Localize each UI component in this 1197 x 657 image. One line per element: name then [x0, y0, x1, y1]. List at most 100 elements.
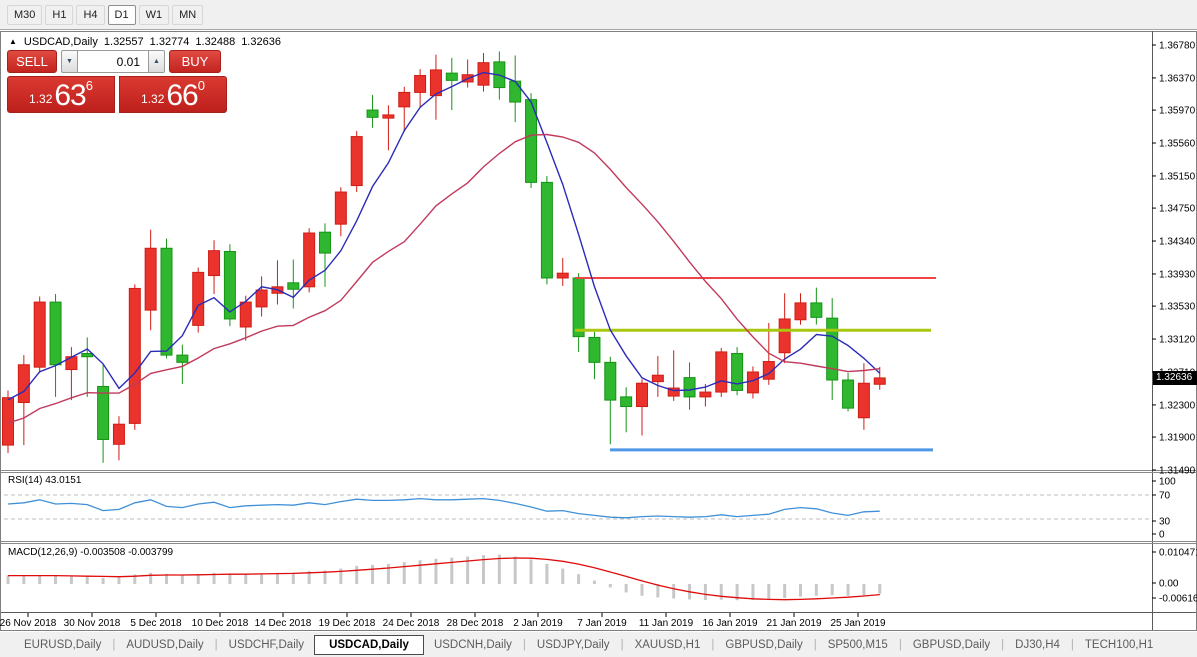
candle-body	[683, 377, 696, 398]
candle-body	[746, 371, 759, 394]
candle-body	[651, 374, 664, 383]
rsi-indicator-label: RSI(14) 43.0151	[8, 475, 82, 486]
timeframe-button-w1[interactable]: W1	[138, 4, 170, 25]
symbol-tab-eurusd-0[interactable]: EURUSD,Daily	[14, 636, 111, 654]
candle	[128, 284, 141, 430]
macd-histogram-bar	[846, 584, 850, 596]
macd-histogram-bar	[624, 584, 628, 593]
macd-histogram-bar	[672, 584, 676, 599]
symbol-tab-dj30-10[interactable]: DJ30,H4	[1005, 636, 1070, 654]
symbol-tab-gbpusd-7[interactable]: GBPUSD,Daily	[715, 636, 812, 654]
candle	[192, 267, 205, 333]
macd-histogram-bar	[402, 562, 406, 584]
candle-body	[255, 289, 268, 308]
rsi-axis-label: 100	[1159, 477, 1176, 488]
macd-histogram-bar	[751, 584, 755, 600]
timeframe-button-h4[interactable]: H4	[76, 4, 105, 25]
timeframe-button-h1[interactable]: H1	[45, 4, 74, 25]
candle-body	[540, 181, 553, 279]
date-axis-label: 26 Nov 2018	[0, 618, 57, 629]
candle-body	[287, 282, 300, 290]
buy-price-prefix: 1.32	[141, 92, 165, 106]
tab-separator: |	[1001, 638, 1005, 651]
symbol-tab-xauusd-6[interactable]: XAUUSD,H1	[625, 636, 711, 654]
volume-increase-button[interactable]: ▲	[149, 50, 165, 73]
macd-histogram-bar	[6, 575, 10, 584]
chart-symbol-label: USDCAD,Daily	[23, 36, 98, 48]
candle-body	[509, 80, 522, 103]
symbol-tab-usdchf-2[interactable]: USDCHF,Daily	[219, 636, 314, 654]
buy-price-big: 66	[166, 79, 198, 112]
tab-separator: |	[620, 638, 624, 651]
tab-separator: |	[813, 638, 817, 651]
symbol-tab-usdcad-3[interactable]: USDCAD,Daily	[314, 634, 424, 655]
ohlc-low: 1.32488	[195, 36, 236, 48]
candle-body	[176, 354, 189, 363]
candle-body	[699, 391, 712, 398]
symbol-tab-bar: EURUSD,Daily | AUDUSD,Daily | USDCHF,Daily US…	[0, 632, 1197, 657]
candle-body	[382, 114, 395, 119]
date-axis-label: 7 Jan 2019	[577, 618, 627, 629]
sell-price-button[interactable]: 1.32 63 6	[7, 76, 115, 113]
candle-body	[239, 301, 252, 328]
macd-axis-label: 0.010471	[1159, 548, 1197, 559]
price-axis-label: 1.34750	[1159, 204, 1196, 215]
volume-input[interactable]	[77, 50, 149, 73]
timeframe-button-m30[interactable]: M30	[7, 4, 43, 25]
ohlc-close: 1.32636	[241, 36, 281, 48]
macd-histogram-bar	[719, 584, 723, 600]
collapse-panel-icon[interactable]: ▲	[9, 37, 17, 46]
candle-body	[144, 247, 157, 311]
candle-body	[778, 318, 791, 354]
macd-histogram-bar	[101, 577, 105, 584]
price-axis-label: 1.36370	[1159, 73, 1196, 84]
macd-histogram-bar	[180, 575, 184, 584]
date-axis-label: 10 Dec 2018	[192, 618, 249, 629]
macd-histogram-bar	[640, 584, 644, 596]
macd-indicator-label: MACD(12,26,9) -0.003508 -0.003799	[8, 547, 174, 558]
candle-body	[17, 364, 30, 404]
date-axis-label: 16 Jan 2019	[702, 618, 757, 629]
volume-decrease-button[interactable]: ▼	[61, 50, 77, 73]
macd-histogram-bar	[878, 584, 882, 594]
candle-body	[572, 277, 585, 338]
macd-histogram-bar	[228, 573, 232, 584]
candle-body	[334, 191, 347, 225]
price-axis-label: 1.36780	[1159, 41, 1196, 52]
tab-separator: |	[898, 638, 902, 651]
timeframe-button-d1[interactable]: D1	[107, 4, 136, 25]
price-axis-label: 1.31490	[1159, 465, 1196, 476]
symbol-tab-gbpusd-9[interactable]: GBPUSD,Daily	[903, 636, 1000, 654]
macd-histogram-bar	[862, 584, 866, 596]
candle-body	[414, 75, 427, 93]
ohlc-high: 1.32774	[149, 36, 190, 48]
buy-price-button[interactable]: 1.32 66 0	[119, 76, 227, 113]
macd-histogram-bar	[529, 559, 533, 584]
symbol-tab-tech100-11[interactable]: TECH100,H1	[1075, 636, 1163, 654]
sell-button[interactable]: SELL	[7, 50, 57, 73]
macd-histogram-bar	[561, 568, 565, 584]
candle-body	[303, 232, 316, 288]
symbol-tab-audusd-1[interactable]: AUDUSD,Daily	[116, 636, 213, 654]
candle-body	[208, 250, 221, 277]
buy-button[interactable]: BUY	[169, 50, 221, 73]
symbol-tab-usdcnh-4[interactable]: USDCNH,Daily	[424, 636, 522, 654]
date-axis-label: 28 Dec 2018	[447, 618, 504, 629]
macd-histogram-bar	[386, 563, 390, 584]
candle-body	[112, 423, 125, 445]
timeframe-button-mn[interactable]: MN	[172, 4, 204, 25]
candle-body	[319, 231, 331, 254]
tab-separator: |	[112, 638, 116, 651]
macd-axis-label: 0.00	[1159, 579, 1179, 590]
macd-histogram-bar	[244, 573, 248, 584]
symbol-tab-usdjpy-5[interactable]: USDJPY,Daily	[527, 636, 620, 654]
candle-body	[49, 301, 62, 366]
date-axis-label: 30 Nov 2018	[64, 618, 121, 629]
symbol-tab-sp500-8[interactable]: SP500,M15	[818, 636, 898, 654]
price-axis-label: 1.35970	[1159, 106, 1196, 117]
candle	[350, 130, 363, 193]
macd-histogram-bar	[656, 584, 660, 598]
candle-body	[857, 382, 870, 419]
price-axis-label: 1.35150	[1159, 171, 1196, 182]
macd-histogram-bar	[814, 584, 818, 596]
